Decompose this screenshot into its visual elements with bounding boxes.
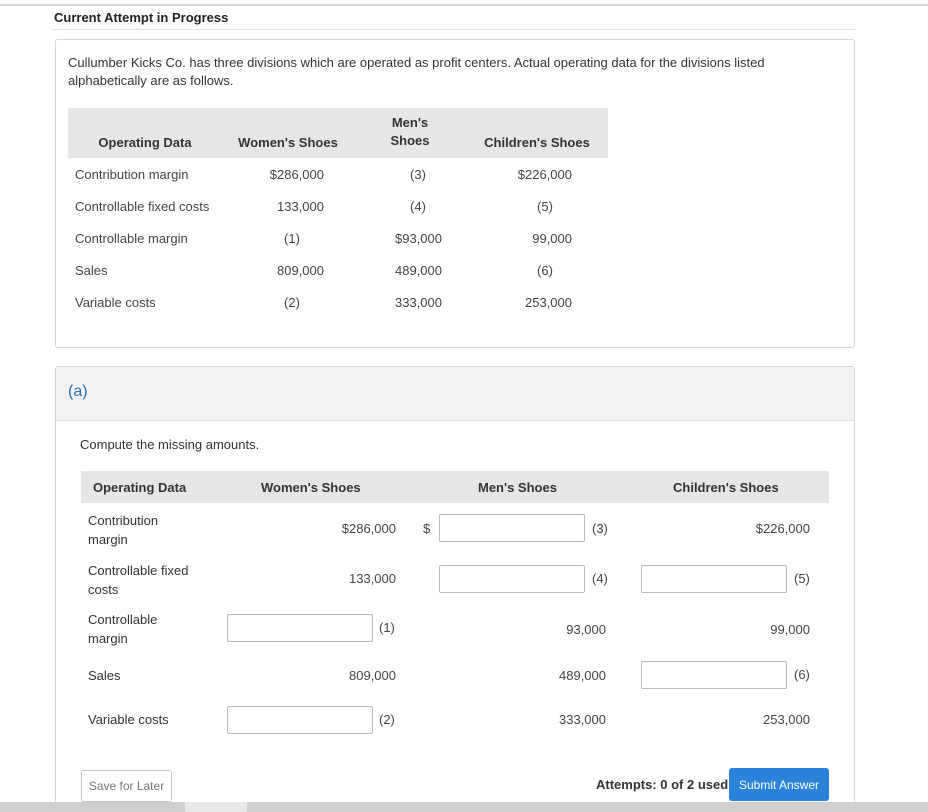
horizontal-scrollbar[interactable] [0, 802, 928, 812]
mens-sales: 489,000 [559, 668, 606, 683]
col-header-womens-shoes: Women's Shoes [222, 108, 354, 158]
answer-table-header: Operating Data Women's Shoes Men's Shoes… [81, 471, 829, 503]
problem-card: Cullumber Kicks Co. has three divisions … [55, 39, 855, 348]
cell-womens: (1) [284, 230, 300, 246]
problem-intro: Cullumber Kicks Co. has three divisions … [68, 55, 765, 88]
table-row: Variable costs (2) 333,000 253,000 [68, 286, 608, 318]
row-label: Controllable margin [75, 230, 188, 246]
col-header-mens-shoes: Men's Shoes [478, 480, 557, 495]
marker-5: (5) [794, 571, 810, 586]
row-label-sales: Sales [88, 668, 121, 683]
childrens-variable-costs: 253,000 [763, 712, 810, 727]
womens-controllable-fixed-costs: 133,000 [349, 571, 396, 586]
cell-mens: 489,000 [395, 262, 442, 278]
row-label: Variable costs [75, 294, 156, 310]
mens-variable-costs: 333,000 [559, 712, 606, 727]
top-divider [0, 4, 928, 6]
marker-2: (2) [379, 712, 395, 727]
row-label-controllable-margin: Controllable margin [88, 612, 158, 646]
col-header-childrens-shoes: Children's Shoes [673, 480, 779, 495]
submit-answer-button[interactable]: Submit Answer [729, 768, 829, 801]
row-label: Contribution margin [75, 166, 189, 182]
table-header-row: Operating Data Women's Shoes Men's Shoes… [68, 108, 608, 158]
part-a-instruction: Compute the missing amounts. [80, 437, 260, 452]
womens-sales: 809,000 [349, 668, 396, 683]
row-label: Controllable fixed costs [75, 198, 210, 214]
cell-womens: 133,000 [277, 198, 324, 214]
cell-childrens: (5) [537, 198, 553, 214]
childrens-controllable-fixed-costs-input[interactable] [641, 565, 787, 593]
row-label-controllable-fixed-costs: Controllable fixed costs [88, 563, 189, 597]
childrens-sales-input[interactable] [641, 661, 787, 689]
table-row: Sales 809,000 489,000 (6) [68, 254, 608, 286]
operating-data-table: Operating Data Women's Shoes Men's Shoes… [68, 108, 608, 318]
row-label-variable-costs: Variable costs [88, 712, 169, 727]
cell-childrens: 99,000 [532, 230, 572, 246]
col-header-mens-shoes: Men's Shoes [354, 108, 466, 158]
marker-4: (4) [592, 571, 608, 586]
cell-childrens: 253,000 [525, 294, 572, 310]
col-header-childrens-shoes: Children's Shoes [466, 108, 608, 158]
attempts-counter: Attempts: 0 of 2 used [596, 777, 729, 792]
part-a-label: (a) [68, 383, 88, 400]
part-a-card: (a) Compute the missing amounts. Operati… [55, 366, 855, 812]
womens-contribution-margin: $286,000 [341, 521, 396, 536]
cell-mens: (4) [410, 198, 426, 214]
mens-controllable-fixed-costs-input[interactable] [439, 565, 585, 593]
womens-variable-costs-input[interactable] [227, 706, 373, 734]
row-label: Sales [75, 262, 108, 278]
cell-mens: $93,000 [395, 230, 442, 246]
part-a-header: (a) [56, 367, 854, 421]
scrollbar-thumb[interactable] [185, 802, 247, 812]
table-row: Contribution margin $286,000 (3) $226,00… [68, 158, 608, 190]
mens-contribution-margin-input[interactable] [439, 514, 585, 542]
save-for-later-button[interactable]: Save for Later [81, 770, 172, 802]
table-row: Controllable fixed costs 133,000 (4) (5) [68, 190, 608, 222]
cell-mens: 333,000 [395, 294, 442, 310]
col-header-operating-data: Operating Data [68, 108, 222, 158]
cell-womens: (2) [284, 294, 300, 310]
cell-womens: 809,000 [277, 262, 324, 278]
cell-childrens: (6) [537, 262, 553, 278]
table-row: Controllable margin (1) $93,000 99,000 [68, 222, 608, 254]
cell-mens: (3) [410, 166, 426, 182]
mens-controllable-margin: 93,000 [566, 622, 606, 637]
marker-1: (1) [379, 620, 395, 635]
marker-3: (3) [592, 521, 608, 536]
childrens-controllable-margin: 99,000 [770, 622, 810, 637]
childrens-contribution-margin: $226,000 [755, 521, 810, 536]
col-header-womens-shoes: Women's Shoes [261, 480, 361, 495]
attempt-status-title: Current Attempt in Progress [54, 10, 229, 25]
marker-6: (6) [794, 667, 810, 682]
womens-controllable-margin-input[interactable] [227, 614, 373, 642]
dollar-sign: $ [423, 521, 431, 536]
cell-childrens: $226,000 [517, 166, 572, 182]
col-header-operating-data: Operating Data [93, 480, 187, 495]
header-divider [52, 29, 856, 30]
row-label-contribution-margin: Contribution margin [88, 513, 159, 547]
cell-womens: $286,000 [269, 166, 324, 182]
